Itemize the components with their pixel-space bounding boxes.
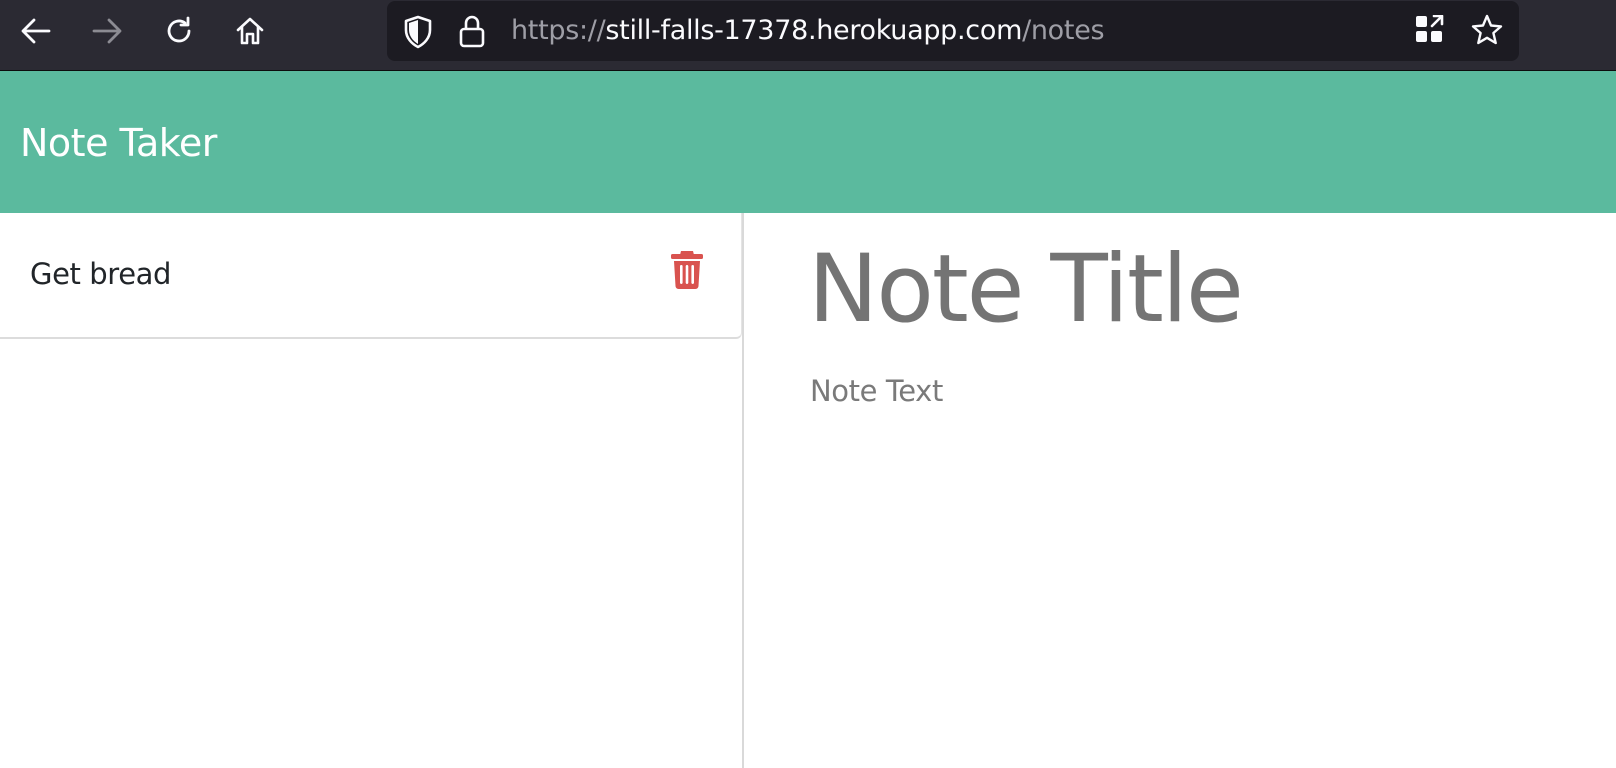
app-title[interactable]: Note Taker [20, 121, 217, 165]
home-icon [236, 17, 264, 45]
url-path: /notes [1022, 15, 1105, 46]
url-scheme: https:// [511, 15, 606, 46]
note-list-item[interactable]: Get bread [0, 213, 742, 339]
forward-button[interactable] [86, 10, 128, 52]
note-title-input[interactable] [808, 235, 1568, 345]
arrow-left-icon [21, 18, 51, 44]
shield-icon[interactable] [403, 15, 433, 49]
url-host: still-falls-17378.herokuapp.com [605, 15, 1023, 46]
browser-toolbar: https://still-falls-17378.herokuapp.com/… [0, 0, 1616, 71]
arrow-right-icon [92, 18, 122, 44]
star-icon[interactable] [1470, 13, 1504, 47]
reload-button[interactable] [158, 10, 200, 52]
notes-list: Get bread [0, 213, 744, 768]
url-bar[interactable]: https://still-falls-17378.herokuapp.com/… [387, 1, 1519, 61]
note-item-title[interactable]: Get bread [30, 257, 171, 291]
grid-arrow-icon[interactable] [1415, 15, 1445, 45]
url-text[interactable]: https://still-falls-17378.herokuapp.com/… [511, 15, 1105, 47]
home-button[interactable] [229, 10, 271, 52]
note-editor [746, 213, 1616, 768]
lock-icon[interactable] [459, 14, 485, 48]
back-button[interactable] [15, 10, 57, 52]
note-text-input[interactable] [810, 373, 1570, 733]
app-header: Note Taker [0, 71, 1616, 213]
trash-icon[interactable] [670, 249, 704, 289]
reload-icon [167, 16, 191, 43]
